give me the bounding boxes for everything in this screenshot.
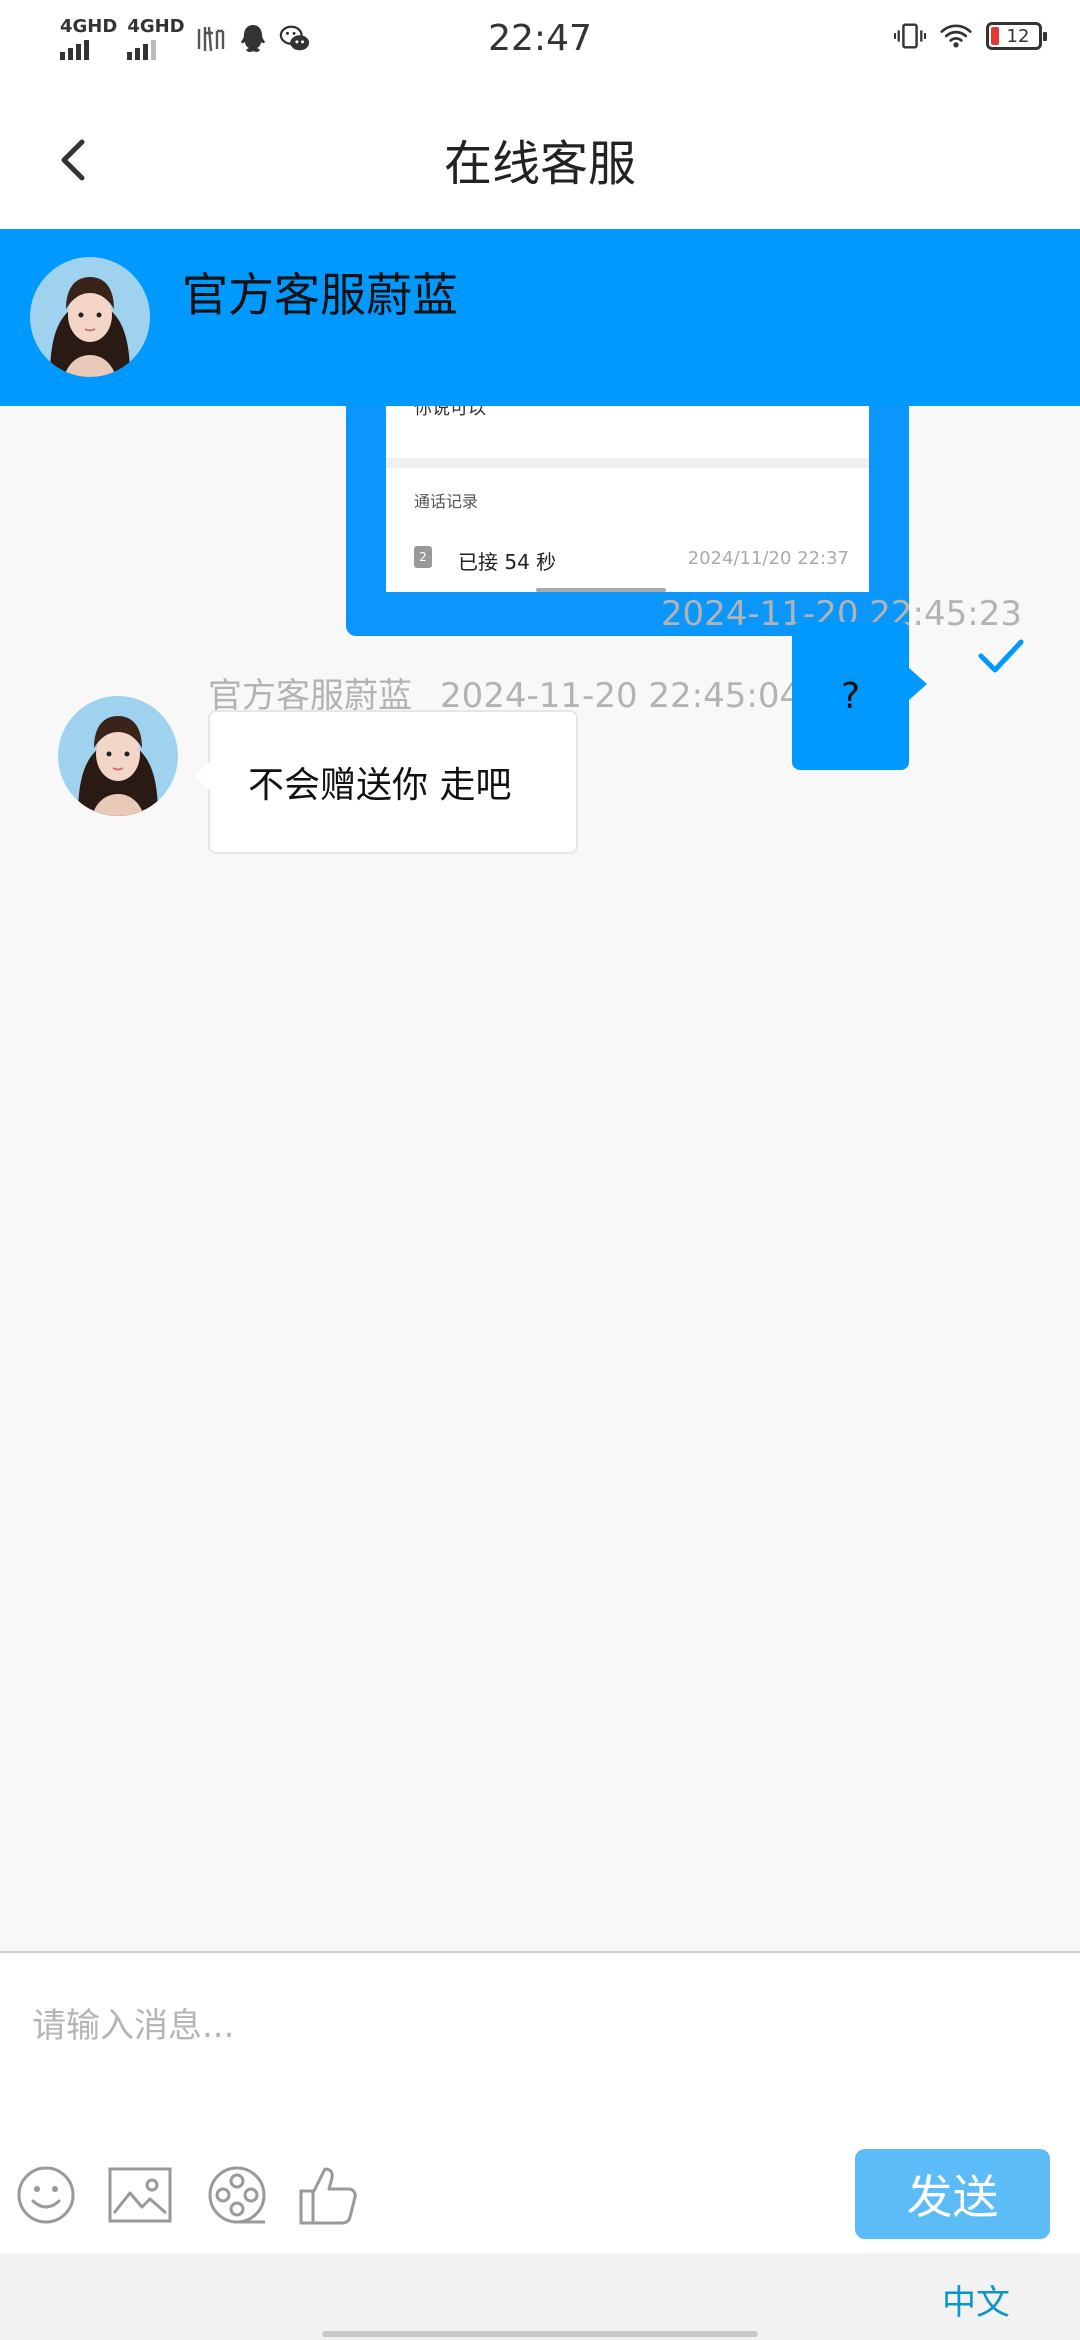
battery-level — [991, 27, 999, 45]
chat-list[interactable]: 你说可以 通话记录 2 已接 54 秒 2024/11/20 22:37 官方客… — [0, 406, 1080, 1951]
message-text: 不会赠送你 走吧 — [248, 765, 512, 806]
agent-name: 官方客服蔚蓝 — [182, 268, 458, 322]
message-text: ? — [840, 675, 861, 717]
composer: 发送 — [0, 1951, 1080, 2253]
bottom-bar: 中文 — [0, 2253, 1080, 2340]
home-indicator[interactable] — [322, 2331, 758, 2337]
page-title: 在线客服 — [443, 136, 636, 192]
thumbs-up-icon[interactable] — [297, 2163, 361, 2227]
image-scroll-handle — [536, 588, 666, 592]
message-input[interactable] — [30, 1975, 1054, 2077]
image-call-date: 2024/11/20 22:37 — [687, 548, 849, 569]
battery-icon: 12 — [986, 22, 1047, 50]
image-cut-text: 你说可以 — [414, 406, 486, 419]
incoming-message-bubble[interactable]: 不会赠送你 走吧 — [194, 710, 578, 854]
video-icon[interactable] — [205, 2163, 269, 2227]
call-count-icon: 2 — [414, 546, 432, 568]
agent-avatar[interactable] — [30, 257, 150, 377]
status-right: 12 — [894, 20, 1047, 52]
image-section-label: 通话记录 — [414, 492, 479, 511]
sent-check-icon — [978, 639, 1024, 673]
image-divider — [386, 458, 869, 468]
image-call-text: 已接 54 秒 — [458, 550, 557, 574]
send-button[interactable]: 发送 — [855, 2149, 1050, 2239]
language-toggle[interactable]: 中文 — [942, 2275, 1010, 2324]
emoji-icon[interactable] — [14, 2163, 78, 2227]
wifi-icon — [940, 20, 972, 52]
status-bar: 4GHD 4GHD 22:47 12 — [0, 0, 1080, 84]
agent-avatar[interactable] — [58, 696, 178, 816]
battery-percent: 12 — [1006, 25, 1030, 47]
agent-header: 官方客服蔚蓝 — [0, 229, 1080, 406]
nav-bar: 在线客服 — [0, 84, 1080, 229]
image-icon[interactable] — [108, 2163, 172, 2227]
outgoing-message-bubble[interactable]: ? — [792, 622, 927, 770]
image-message-screenshot[interactable]: 你说可以 通话记录 2 已接 54 秒 2024/11/20 22:37 — [386, 406, 869, 592]
vibrate-icon — [894, 20, 926, 52]
